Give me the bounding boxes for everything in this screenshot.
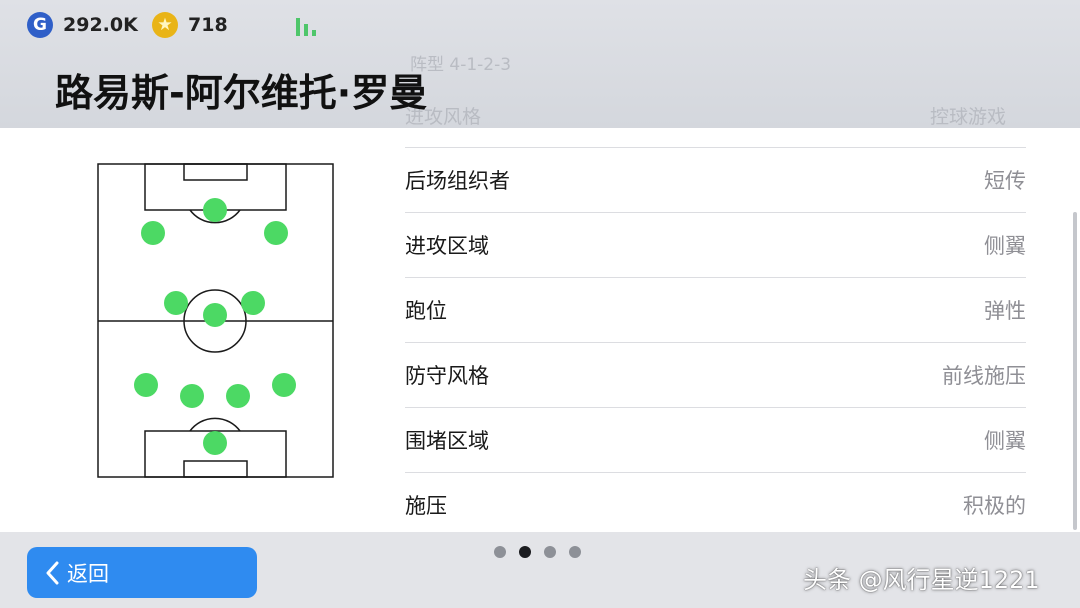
tactic-row-containment-area[interactable]: 围堵区域 侧翼: [405, 407, 1026, 472]
tactic-label: 防守风格: [405, 364, 489, 388]
g-coin-icon: G: [27, 12, 53, 38]
player-dot-cf: [203, 198, 227, 222]
tactic-label: 后场组织者: [405, 169, 510, 193]
back-button[interactable]: 返回: [27, 547, 257, 598]
player-dot-rw: [264, 221, 288, 245]
tactic-value: 前线施压: [942, 364, 1026, 388]
tactic-value: 短传: [984, 169, 1026, 193]
tactic-value: 弹性: [984, 299, 1026, 323]
star-coin-icon: ★: [152, 12, 178, 38]
tactic-label: 围堵区域: [405, 429, 489, 453]
page-dot-1[interactable]: [494, 546, 506, 558]
coin-value: 718: [188, 14, 228, 36]
scrollbar[interactable]: [1073, 212, 1077, 530]
tactic-row-pressuring[interactable]: 施压 积极的: [405, 472, 1026, 537]
tactic-row-positioning[interactable]: 跑位 弹性: [405, 277, 1026, 342]
formation-pitch: [97, 163, 334, 478]
player-dot-gk: [203, 431, 227, 455]
tactic-row-defensive-style[interactable]: 防守风格 前线施压: [405, 342, 1026, 407]
player-dot-dmf: [203, 303, 227, 327]
tactic-value: 侧翼: [984, 234, 1026, 258]
gp-value: 292.0K: [63, 14, 138, 36]
tactic-value: 积极的: [963, 494, 1026, 518]
player-dot-rb: [272, 373, 296, 397]
player-dot-lcb: [180, 384, 204, 408]
player-dot-lw: [141, 221, 165, 245]
player-name: 路易斯-阿尔维托·罗曼: [55, 71, 428, 115]
chevron-left-icon: [45, 561, 59, 585]
tactic-value: 侧翼: [984, 429, 1026, 453]
tactic-row-buildup[interactable]: 后场组织者 短传: [405, 147, 1026, 212]
back-button-label: 返回: [67, 561, 109, 586]
tactics-list: 后场组织者 短传 进攻区域 侧翼 跑位 弹性 防守风格 前线施压 围堵区域 侧翼…: [405, 147, 1026, 537]
gp-display: G 292.0K: [27, 10, 138, 40]
watermark: 头条 @风行星逆1221: [803, 566, 1040, 594]
page-dot-3[interactable]: [544, 546, 556, 558]
pitch-diagram: [97, 163, 334, 478]
signal-bars-icon: [296, 14, 320, 36]
player-dot-rcb: [226, 384, 250, 408]
page-dot-4[interactable]: [569, 546, 581, 558]
tactic-label: 施压: [405, 494, 447, 518]
ghost-tactic-value: 控球游戏: [930, 106, 1007, 128]
player-dot-lb: [134, 373, 158, 397]
player-dot-lcm: [164, 291, 188, 315]
page-dot-2-active[interactable]: [519, 546, 531, 558]
player-dot-rcm: [241, 291, 265, 315]
page-indicator: [494, 546, 581, 558]
tactic-label: 进攻区域: [405, 234, 489, 258]
coin-display: ★ 718: [152, 10, 228, 40]
tactic-row-attacking-area[interactable]: 进攻区域 侧翼: [405, 212, 1026, 277]
tactic-label: 跑位: [405, 299, 447, 323]
